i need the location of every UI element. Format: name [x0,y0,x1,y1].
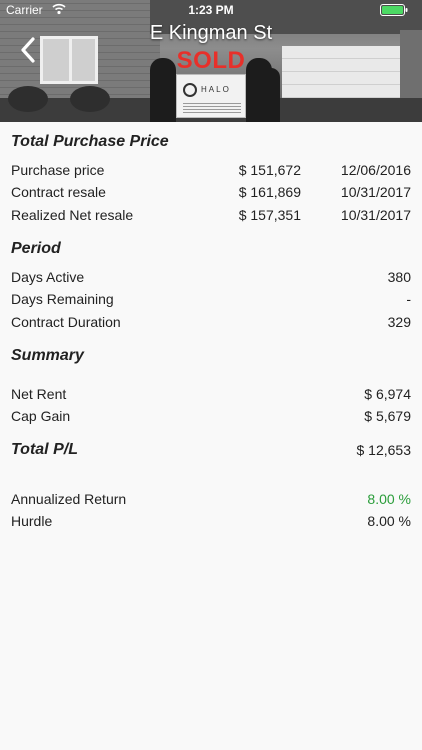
shrub [8,86,48,112]
row-amount: $ 157,351 [238,207,301,223]
status-bar: Carrier 1:23 PM [0,0,422,20]
row-value: - [406,291,411,307]
row-date: 10/31/2017 [340,207,411,223]
sold-badge: SOLD [176,47,246,74]
period-row: Days Remaining - [11,291,411,311]
annualized-return-row: Annualized Return 8.00 % [11,491,411,511]
row-date: 10/31/2017 [340,184,411,200]
total-pl-label: Total P/L [11,441,78,458]
annualized-return-value: 8.00 % [367,491,411,507]
row-label: Contract Duration [11,314,121,330]
row-amount: $ 151,672 [238,162,301,178]
hurdle-row: Hurdle 8.00 % [11,513,411,533]
period-row: Contract Duration 329 [11,314,411,334]
row-label: Days Remaining [11,291,114,307]
row-value: 329 [387,314,411,330]
row-label: Realized Net resale [11,207,134,223]
sign-text: HALO [201,85,231,94]
shrub [70,86,110,112]
hurdle-value: 8.00 % [367,513,411,529]
halo-logo-icon [183,83,197,97]
row-value: $ 6,974 [364,386,411,402]
period-section-title: Period [11,240,61,257]
row-value: 380 [387,269,411,285]
row-amount: $ 161,869 [238,184,301,200]
row-value: $ 5,679 [364,408,411,424]
total-pl-row: Total P/L $ 12,653 [11,441,411,463]
total-pl-value: $ 12,653 [356,442,412,458]
summary-row: Cap Gain $ 5,679 [11,408,411,428]
sale-sign: HALO [176,74,246,118]
period-row: Days Active 380 [11,269,411,289]
row-date: 12/06/2016 [340,162,411,178]
purchase-row: Contract resale $ 161,869 10/31/2017 [11,184,411,204]
row-label: Cap Gain [11,408,71,424]
purchase-row: Realized Net resale $ 157,351 10/31/2017 [11,207,411,227]
purchase-row: Purchase price $ 151,672 12/06/2016 [11,162,411,182]
row-label: Purchase price [11,162,105,178]
property-title: E Kingman St [149,22,273,44]
row-label: Net Rent [11,386,67,402]
sign-fine-print [183,103,241,113]
row-label: Contract resale [11,184,106,200]
row-label: Annualized Return [11,491,127,507]
summary-row: Net Rent $ 6,974 [11,386,411,406]
person-figure [262,68,280,122]
status-time: 1:23 PM [188,3,234,17]
purchase-section-title: Total Purchase Price [11,133,169,150]
row-label: Days Active [11,269,85,285]
summary-section-title: Summary [11,347,84,364]
row-label: Hurdle [11,513,53,529]
battery-icon [380,4,408,16]
